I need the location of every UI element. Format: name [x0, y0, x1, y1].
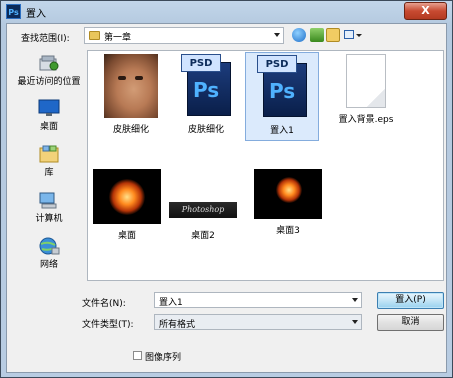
- cancel-button[interactable]: 取消: [377, 314, 444, 331]
- place-computer[interactable]: 计算机: [12, 191, 86, 224]
- place-label: 库: [44, 168, 54, 178]
- place-libraries[interactable]: 库: [12, 145, 86, 178]
- desktop-icon: [38, 99, 60, 116]
- file-item[interactable]: 桌面: [90, 169, 164, 241]
- eps-file-icon: [346, 54, 386, 108]
- place-dialog-window: Ps 置入 X 查找范围(I): 第一章 最近访问的位置 桌面 库 计算机 网络…: [0, 0, 453, 378]
- script-thumbnail: Photoshop: [166, 169, 240, 224]
- libraries-icon: [39, 145, 59, 163]
- heart-thumbnail: [254, 169, 322, 219]
- file-type-label: 文件类型(T):: [82, 320, 134, 330]
- file-item[interactable]: 置入背景.eps: [329, 54, 403, 125]
- window-title: 置入: [26, 9, 46, 20]
- file-item[interactable]: Photoshop 桌面2: [166, 169, 240, 241]
- chevron-down-icon: [274, 33, 280, 37]
- network-icon: [39, 237, 60, 255]
- file-name: 皮肤细化: [187, 125, 224, 135]
- back-button[interactable]: [292, 28, 306, 42]
- places-bar: 最近访问的位置 桌面 库 计算机 网络: [12, 50, 86, 281]
- place-label: 计算机: [35, 214, 63, 224]
- view-grid-icon: [344, 30, 354, 39]
- image-sequence-label: 图像序列: [145, 353, 182, 363]
- file-name: 桌面: [117, 231, 136, 241]
- chevron-down-icon: [352, 298, 358, 302]
- place-label: 网络: [39, 260, 58, 270]
- file-item[interactable]: PSD Ps 皮肤细化: [169, 54, 243, 135]
- file-name-value: 置入1: [159, 298, 183, 308]
- chevron-down-icon: [352, 320, 358, 324]
- file-name-label: 文件名(N):: [82, 299, 126, 309]
- place-label: 最近访问的位置: [17, 77, 81, 87]
- heart-thumbnail: [93, 169, 161, 224]
- close-button[interactable]: X: [404, 2, 447, 20]
- place-desktop[interactable]: 桌面: [12, 99, 86, 132]
- file-name: 皮肤细化: [112, 125, 149, 135]
- file-list: 皮肤细化 PSD Ps 皮肤细化 PSD Ps 置入1 置入背景.eps 桌面 …: [87, 50, 444, 281]
- up-folder-button[interactable]: [310, 28, 324, 42]
- dialog-client-area: 查找范围(I): 第一章 最近访问的位置 桌面 库 计算机 网络 皮肤细化 PS…: [6, 23, 447, 373]
- views-menu-button[interactable]: [343, 28, 363, 42]
- file-type-value: 所有格式: [159, 320, 196, 330]
- file-name: 桌面3: [276, 226, 300, 236]
- photoshop-app-icon: Ps: [6, 4, 21, 19]
- psd-file-icon: PSD Ps: [257, 55, 307, 119]
- file-name: 桌面2: [191, 231, 215, 241]
- look-in-label: 查找范围(I):: [21, 34, 70, 44]
- place-label: 桌面: [39, 122, 58, 132]
- recent-places-icon: [39, 55, 59, 71]
- file-item[interactable]: 皮肤细化: [94, 54, 168, 135]
- file-type-dropdown[interactable]: 所有格式: [154, 314, 362, 330]
- face-thumbnail: [104, 54, 158, 118]
- place-recent[interactable]: 最近访问的位置: [12, 54, 86, 87]
- image-sequence-checkbox[interactable]: [133, 351, 142, 360]
- place-button[interactable]: 置入(P): [377, 292, 444, 309]
- file-name: 置入背景.eps: [338, 115, 394, 125]
- look-in-value: 第一章: [104, 33, 132, 43]
- file-name: 置入1: [270, 126, 294, 136]
- chevron-down-icon: [356, 34, 362, 37]
- psd-file-icon: PSD Ps: [181, 54, 231, 118]
- place-network[interactable]: 网络: [12, 237, 86, 270]
- folder-icon: [89, 31, 100, 40]
- computer-icon: [39, 192, 57, 209]
- file-item[interactable]: 桌面3: [251, 169, 325, 236]
- new-folder-button[interactable]: [326, 28, 340, 42]
- file-item-selected[interactable]: PSD Ps 置入1: [245, 52, 319, 141]
- file-name-input[interactable]: 置入1: [154, 292, 362, 308]
- look-in-dropdown[interactable]: 第一章: [84, 27, 284, 44]
- title-bar[interactable]: Ps 置入 X: [1, 1, 452, 23]
